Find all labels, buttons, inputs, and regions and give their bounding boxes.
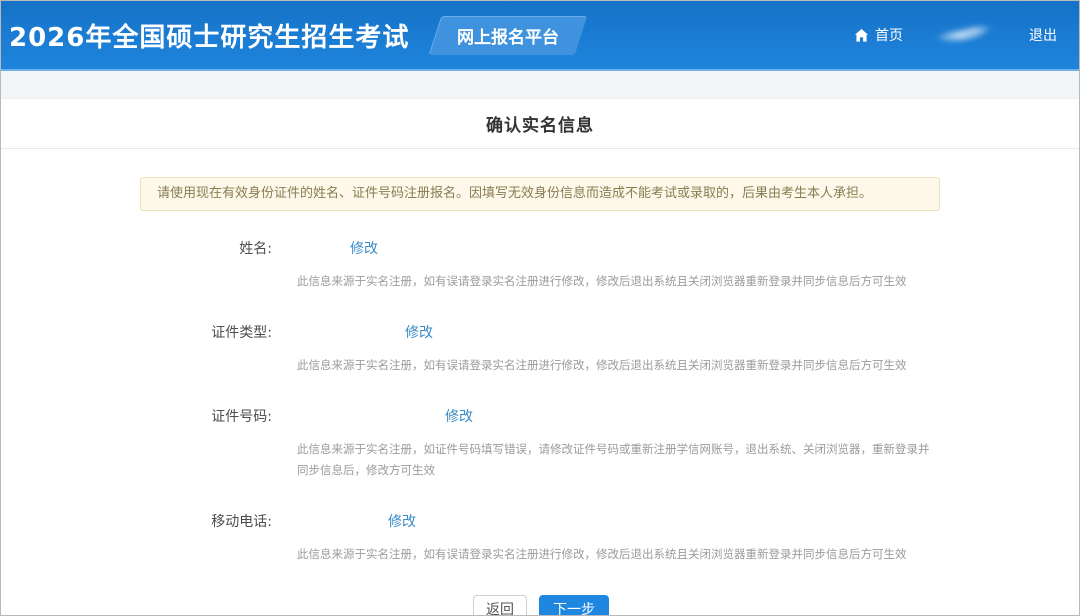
mobile-label: 移动电话: [140, 511, 272, 531]
nav-logout-link[interactable]: 退出 [1029, 25, 1057, 45]
subheader-strip [1, 71, 1079, 99]
id-type-label: 证件类型: [140, 322, 272, 342]
page-title: 确认实名信息 [486, 111, 594, 136]
modify-id-number-link[interactable]: 修改 [445, 406, 473, 426]
field-row-name: 姓名: 修改 此信息来源于实名注册，如有误请登录实名注册进行修改，修改后退出系统… [140, 238, 940, 292]
id-type-note: 此信息来源于实名注册，如有误请登录实名注册进行修改，修改后退出系统且关闭浏览器重… [297, 355, 940, 376]
name-label: 姓名: [140, 238, 272, 258]
id-number-note: 此信息来源于实名注册，如证件号码填写错误，请修改证件号码或重新注册学信网账号，退… [297, 439, 940, 481]
back-button[interactable]: 返回 [473, 595, 527, 616]
field-row-mobile: 移动电话: 修改 此信息来源于实名注册，如有误请登录实名注册进行修改，修改后退出… [140, 511, 940, 565]
mobile-note: 此信息来源于实名注册，如有误请登录实名注册进行修改，修改后退出系统且关闭浏览器重… [297, 544, 940, 565]
header-left: 2026年全国硕士研究生招生考试 网上报名平台 [9, 16, 581, 55]
name-value-redacted [272, 240, 350, 256]
username-redacted [932, 20, 996, 50]
platform-badge-label: 网上报名平台 [457, 23, 559, 48]
field-line: 证件类型: 修改 [140, 322, 940, 342]
mobile-value-redacted [272, 513, 388, 529]
notice-text: 请使用现在有效身份证件的姓名、证件号码注册报名。因填写无效身份信息而造成不能考试… [157, 186, 872, 201]
modify-name-link[interactable]: 修改 [350, 238, 378, 258]
next-button[interactable]: 下一步 [539, 595, 609, 616]
page-frame: 2026年全国硕士研究生招生考试 网上报名平台 首页 退出 确认实名信息 请使用… [0, 0, 1080, 616]
app-title: 2026年全国硕士研究生招生考试 [9, 17, 409, 54]
name-note: 此信息来源于实名注册，如有误请登录实名注册进行修改，修改后退出系统且关闭浏览器重… [297, 271, 940, 292]
id-number-label: 证件号码: [140, 406, 272, 426]
field-line: 移动电话: 修改 [140, 511, 940, 531]
home-icon [854, 28, 869, 43]
field-line: 证件号码: 修改 [140, 406, 940, 426]
field-line: 姓名: 修改 [140, 238, 940, 258]
platform-badge: 网上报名平台 [429, 16, 588, 55]
field-row-id-number: 证件号码: 修改 此信息来源于实名注册，如证件号码填写错误，请修改证件号码或重新… [140, 406, 940, 481]
modify-mobile-link[interactable]: 修改 [388, 511, 416, 531]
id-type-value-redacted [272, 324, 405, 340]
nav-home-link[interactable]: 首页 [854, 25, 903, 45]
field-row-id-type: 证件类型: 修改 此信息来源于实名注册，如有误请登录实名注册进行修改，修改后退出… [140, 322, 940, 376]
title-bar: 确认实名信息 [1, 99, 1079, 149]
notice-banner: 请使用现在有效身份证件的姓名、证件号码注册报名。因填写无效身份信息而造成不能考试… [140, 177, 940, 211]
nav-home-label: 首页 [875, 25, 903, 45]
header-nav: 首页 退出 [854, 23, 1057, 47]
modify-id-type-link[interactable]: 修改 [405, 322, 433, 342]
action-bar: 返回 下一步 [140, 595, 940, 616]
app-header: 2026年全国硕士研究生招生考试 网上报名平台 首页 退出 [1, 1, 1079, 71]
main-content: 请使用现在有效身份证件的姓名、证件号码注册报名。因填写无效身份信息而造成不能考试… [140, 149, 940, 616]
id-number-value-redacted [272, 408, 445, 424]
